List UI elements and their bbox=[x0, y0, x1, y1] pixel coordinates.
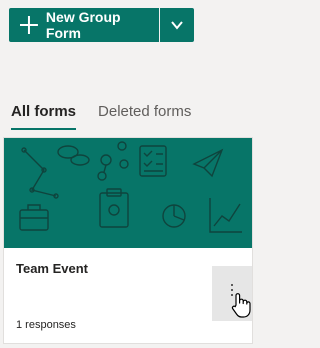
plus-icon bbox=[20, 16, 38, 34]
tab-deleted-forms[interactable]: Deleted forms bbox=[98, 102, 191, 130]
form-card-banner bbox=[4, 138, 252, 248]
banner-illustration bbox=[19, 141, 242, 233]
new-group-form-label: New Group Form bbox=[45, 9, 121, 41]
form-card[interactable]: Team Event 1 responses bbox=[3, 137, 253, 344]
chevron-down-icon bbox=[171, 21, 183, 30]
new-group-form-split-button[interactable]: New Group Form bbox=[9, 8, 194, 42]
tab-deleted-forms-label: Deleted forms bbox=[98, 103, 192, 120]
new-form-dropdown-button[interactable] bbox=[160, 8, 194, 42]
tab-all-forms-label: All forms bbox=[11, 103, 77, 120]
new-group-form-button[interactable]: New Group Form bbox=[9, 8, 159, 42]
forms-tab-bar: All forms Deleted forms bbox=[11, 102, 213, 130]
form-card-title: Team Event bbox=[16, 261, 89, 276]
tab-all-forms[interactable]: All forms bbox=[11, 102, 77, 130]
hand-cursor-icon bbox=[231, 293, 251, 318]
form-card-responses: 1 responses bbox=[16, 319, 76, 331]
